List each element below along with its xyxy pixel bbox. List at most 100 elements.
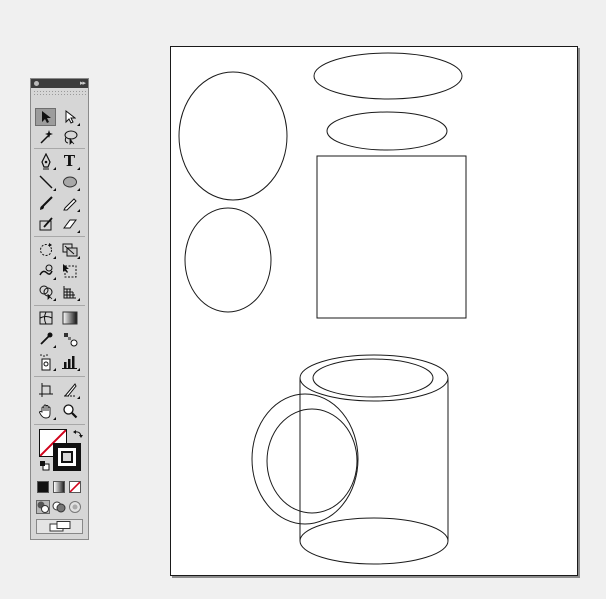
artboard-tool[interactable] [35,381,56,399]
perspective-grid-tool[interactable] [59,283,80,301]
mug-body[interactable] [299,354,449,565]
tools-panel-titlebar[interactable]: ▸▸ [31,79,88,88]
swap-fill-stroke-icon[interactable] [73,429,83,439]
eraser-tool[interactable] [59,215,80,233]
magic-wand-tool[interactable] [35,128,56,146]
flyout-indicator [77,396,80,399]
pen-tool[interactable] [35,152,56,170]
none-mode-button[interactable] [69,481,81,493]
selection-tool[interactable] [35,108,56,126]
lasso-tool[interactable] [59,128,80,146]
flyout-indicator [53,188,56,191]
flyout-indicator [77,167,80,170]
flyout-indicator [53,298,56,301]
flyout-indicator [77,123,80,126]
mug-bottom[interactable] [299,517,449,565]
tools-panel: ▸▸ T [30,78,89,540]
small-ellipse-left[interactable] [184,207,272,313]
zoom-tool[interactable] [59,402,80,420]
draw-behind-button[interactable] [52,499,66,513]
direct-selection-tool[interactable] [59,108,80,126]
artboard[interactable] [170,46,578,576]
none-slash-icon [70,482,80,492]
warp-tool[interactable] [35,262,56,280]
arrow-icon [41,111,51,123]
mug-inner-rim[interactable] [312,358,434,398]
divider [34,236,85,237]
symbol-sprayer-icon [39,354,50,371]
blend-tool[interactable] [59,330,80,348]
column-graph-icon [62,356,77,369]
flyout-indicator [77,209,80,212]
flyout-indicator [53,417,56,420]
blob-brush-tool[interactable] [35,215,56,233]
eyedropper-tool[interactable] [35,330,56,348]
type-tool[interactable]: T [59,152,80,170]
flyout-indicator [77,368,80,371]
gradient-tool[interactable] [59,309,80,327]
pencil-tool[interactable] [59,194,80,212]
type-icon: T [63,152,76,170]
screen-mode-icon [49,521,71,532]
wide-ellipse-top[interactable] [313,52,463,100]
divider [34,305,85,306]
blob-brush-icon [39,217,53,231]
paintbrush-icon [39,196,53,210]
gradient-mode-button[interactable] [53,481,65,493]
hollow-arrow-icon [65,110,76,124]
slice-tool[interactable] [59,381,80,399]
divider [34,148,85,149]
shape-builder-tool[interactable] [35,283,56,301]
draw-normal-icon [36,500,50,514]
wide-ellipse-second[interactable] [326,111,448,151]
flyout-indicator [53,368,56,371]
mug-handle[interactable] [251,393,359,525]
symbol-sprayer-tool[interactable] [35,353,56,371]
scale-tool[interactable] [59,241,80,259]
warp-icon [38,264,53,276]
collapse-panel-icon[interactable]: ▸▸ [80,79,86,88]
flyout-indicator [77,298,80,301]
scale-icon [62,243,77,257]
draw-normal-button[interactable] [36,499,50,514]
column-graph-tool[interactable] [59,353,80,371]
change-screen-mode-button[interactable] [36,519,83,534]
shape-builder-icon [39,285,52,300]
default-fill-stroke-icon[interactable] [40,461,50,471]
magic-wand-icon [39,130,53,144]
flyout-indicator [77,230,80,233]
artwork-canvas[interactable] [171,47,577,575]
free-transform-icon [62,264,76,278]
color-mode-button[interactable] [37,481,49,493]
handle-inner[interactable] [266,408,358,514]
rectangle[interactable] [316,155,467,319]
paintbrush-tool[interactable] [35,194,56,212]
rotate-icon [39,243,52,256]
flyout-indicator [53,256,56,259]
flyout-indicator [53,345,56,348]
panel-grip[interactable] [33,90,86,96]
draw-inside-icon [69,501,81,513]
artboard-icon [38,383,53,397]
stroke-swatch[interactable] [53,443,81,471]
draw-inside-button[interactable] [68,499,82,513]
free-transform-tool[interactable] [59,262,80,280]
line-segment-tool[interactable] [35,173,56,191]
gradient-icon [62,311,77,325]
ellipse-icon [62,176,77,188]
hand-icon [38,404,50,419]
ellipse-tool[interactable] [59,173,80,191]
flyout-indicator [77,256,80,259]
hand-tool[interactable] [35,402,56,420]
handle-outer[interactable] [251,393,359,525]
blend-icon [63,333,77,347]
mug-top-rim[interactable] [299,354,449,402]
eraser-icon [62,219,77,229]
tall-ellipse[interactable] [178,71,288,201]
mesh-tool[interactable] [35,309,56,327]
flyout-indicator [53,167,56,170]
mesh-icon [39,311,52,325]
close-icon[interactable] [34,81,39,86]
rotate-tool[interactable] [35,241,56,259]
line-icon [39,175,52,189]
